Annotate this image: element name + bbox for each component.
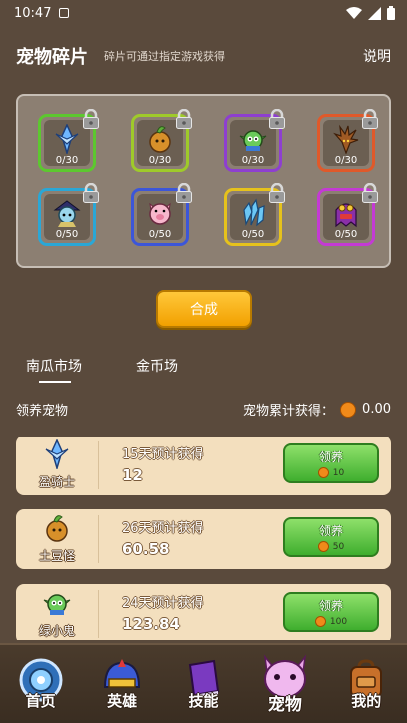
fragment-count: 0/30 [334, 155, 358, 166]
status-time: 10:47 [14, 5, 52, 21]
fragment-tile-blue-crystal[interactable]: 0/50 [224, 183, 285, 246]
fragment-count: 0/50 [148, 229, 172, 240]
pet-card: 绿小鬼 24天预计获得 123.84 领养 100 [16, 584, 391, 640]
fragment-tile-ice-knight[interactable]: 0/30 [38, 109, 99, 172]
wifi-icon [346, 7, 362, 19]
page-header: 宠物碎片 碎片可通过指定游戏获得 说明 [0, 38, 407, 74]
pet-list[interactable]: 盈骑士 15天预计获得 12 领养 10 土豆怪 26天预计获得 60.58 领… [16, 437, 391, 640]
fragment-tile-pink-pig[interactable]: 0/50 [131, 183, 192, 246]
cyan-witch-icon [53, 200, 81, 227]
price-value: 100 [329, 616, 348, 627]
potato-monster-icon [46, 515, 68, 542]
pumpkin-icon [317, 467, 329, 478]
adopt-price: 100 [285, 616, 377, 627]
green-imp-icon [43, 594, 71, 615]
adopt-price: 50 [285, 541, 377, 552]
lock-icon [83, 109, 99, 129]
fragment-count: 0/50 [241, 229, 265, 240]
price-value: 10 [332, 467, 345, 478]
pet-card: 土豆怪 26天预计获得 60.58 领养 50 [16, 509, 391, 569]
nav-label: 技能 [188, 692, 219, 710]
fragment-tile-cyan-witch[interactable]: 0/50 [38, 183, 99, 246]
lock-icon [362, 183, 378, 203]
fragment-count: 0/30 [241, 155, 265, 166]
purple-ghost-icon [335, 203, 357, 228]
fragment-count: 0/50 [55, 229, 79, 240]
pumpkin-icon [317, 541, 329, 552]
nav-label: 我的 [351, 692, 382, 710]
tab-active-indicator [39, 381, 71, 383]
adopt-button[interactable]: 领养 10 [283, 443, 379, 483]
lock-icon [269, 109, 285, 129]
help-button[interactable]: 说明 [363, 46, 391, 66]
notification-icon [59, 8, 70, 18]
adopt-button[interactable]: 领养 50 [283, 517, 379, 557]
blue-crystal-icon [243, 198, 265, 227]
battery-icon [387, 6, 395, 20]
bottom-nav: 首页 英雄 技能 宠物 我的 [0, 643, 407, 723]
nav-label: 首页 [25, 692, 56, 710]
ice-knight-icon [55, 123, 79, 154]
fragment-tile-purple-ghost[interactable]: 0/50 [317, 183, 378, 246]
pet-expected-value: 123.84 [122, 615, 180, 633]
pet-expected-value: 60.58 [122, 540, 170, 558]
tab-gold-market[interactable]: 金币场 [136, 356, 178, 376]
lock-icon [83, 183, 99, 203]
earned-value: 0.00 [362, 402, 391, 417]
pet-days-label: 15天预计获得 [122, 447, 204, 462]
nav-label: 宠物 [267, 695, 302, 715]
nav-mine[interactable]: 我的 [328, 645, 404, 723]
pumpkin-icon [314, 616, 326, 627]
fragment-tile-green-imp[interactable]: 0/30 [224, 109, 285, 172]
lock-icon [176, 109, 192, 129]
pet-earned-total: 宠物累计获得： 0.00 [243, 400, 391, 419]
fragment-tile-tree-spirit[interactable]: 0/30 [317, 109, 378, 172]
fragment-tile-potato-monster[interactable]: 0/30 [131, 109, 192, 172]
ice-knight-icon [45, 439, 69, 469]
lock-icon [176, 183, 192, 203]
nav-home[interactable]: 首页 [3, 645, 79, 723]
potato-monster-icon [149, 126, 171, 153]
adopt-price: 10 [285, 467, 377, 478]
price-value: 50 [332, 541, 345, 552]
pet-days-label: 24天预计获得 [122, 596, 204, 611]
adopt-button[interactable]: 领养 100 [283, 592, 379, 632]
tree-spirit-icon [333, 124, 359, 154]
adopt-label: 领养 [318, 524, 343, 538]
lock-icon [269, 183, 285, 203]
adopt-label: 领养 [318, 599, 343, 613]
pink-pig-icon [149, 202, 171, 225]
pet-name: 盈骑士 [38, 475, 75, 489]
adopt-section-header: 领养宠物 宠物累计获得： 0.00 [16, 400, 391, 419]
pet-days-label: 26天预计获得 [122, 521, 204, 536]
nav-label: 英雄 [107, 692, 138, 710]
pumpkin-icon [340, 401, 357, 418]
status-bar: 10:47 [0, 0, 407, 26]
green-imp-icon [239, 130, 267, 151]
adopt-label: 领养 [318, 450, 343, 464]
tab-pumpkin-market[interactable]: 南瓜市场 [26, 356, 82, 376]
page-title: 宠物碎片 [16, 47, 88, 68]
page-subtitle: 碎片可通过指定游戏获得 [104, 50, 225, 63]
fragment-count: 0/50 [334, 229, 358, 240]
section-title: 领养宠物 [16, 404, 69, 419]
fragment-count: 0/30 [55, 155, 79, 166]
pet-name: 绿小鬼 [38, 624, 75, 638]
fragment-count: 0/30 [148, 155, 172, 166]
pet-name: 土豆怪 [38, 549, 75, 563]
nav-heroes[interactable]: 英雄 [84, 645, 160, 723]
nav-pets[interactable]: 宠物 [247, 645, 323, 723]
synthesize-button[interactable]: 合成 [156, 290, 252, 328]
lock-icon [362, 109, 378, 129]
nav-skills[interactable]: 技能 [165, 645, 241, 723]
earned-label: 宠物累计获得： [243, 404, 335, 419]
signal-icon [368, 6, 381, 20]
pet-card: 盈骑士 15天预计获得 12 领养 10 [16, 437, 391, 495]
pet-expected-value: 12 [122, 466, 143, 484]
fragment-panel: 0/30 0/30 0/30 0/30 0/50 0/50 0/50 0/50 [16, 94, 391, 268]
